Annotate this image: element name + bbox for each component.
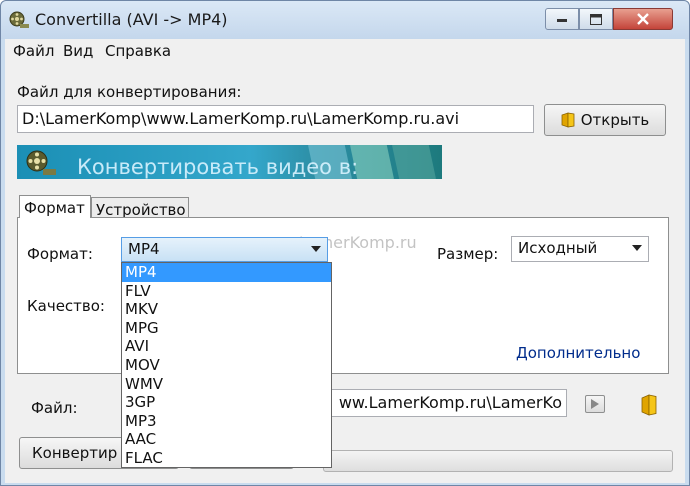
menu-file[interactable]: Файл <box>13 42 54 60</box>
close-button[interactable] <box>613 8 673 30</box>
format-option[interactable]: FLV <box>122 282 331 301</box>
source-file-label: Файл для конвертирования: <box>17 83 242 101</box>
format-option[interactable]: WMV <box>122 375 331 394</box>
menu-bar: Файл Вид Справка <box>5 39 685 63</box>
format-label: Формат: <box>27 245 93 263</box>
banner-text: Конвертировать видео в: <box>77 155 359 179</box>
format-option[interactable]: MP4 <box>122 263 331 282</box>
film-reel-icon <box>9 11 29 28</box>
tab-device[interactable]: Устройство <box>91 197 189 219</box>
minimize-icon <box>557 19 567 22</box>
window-title: Convertilla (AVI -> MP4) <box>35 10 228 29</box>
format-option[interactable]: MP3 <box>122 412 331 431</box>
format-select[interactable]: MP4 <box>121 237 328 262</box>
format-option[interactable]: FLAC <box>122 449 331 468</box>
output-file-label: Файл: <box>31 399 78 417</box>
format-option[interactable]: AVI <box>122 337 331 356</box>
maximize-button[interactable] <box>579 8 613 30</box>
size-select-value: Исходный <box>518 239 598 257</box>
format-select-value: MP4 <box>128 240 160 258</box>
film-reel-icon <box>26 150 56 175</box>
chevron-down-icon <box>632 245 642 251</box>
banner: Конвертировать видео в: <box>17 145 442 179</box>
minimize-button[interactable] <box>545 8 579 30</box>
tab-format[interactable]: Формат <box>19 195 91 218</box>
source-path-input[interactable]: D:\LamerKomp\www.LamerKomp.ru\LamerKomp.… <box>17 105 534 133</box>
close-icon <box>637 13 649 25</box>
quality-label: Качество: <box>27 297 105 315</box>
play-icon <box>591 399 599 409</box>
maximize-icon <box>590 13 602 25</box>
format-option[interactable]: 3GP <box>122 393 331 412</box>
open-file-button[interactable]: Открыть <box>544 104 666 136</box>
format-dropdown-list: MP4 FLV MKV MPG AVI MOV WMV 3GP MP3 AAC … <box>121 262 332 468</box>
format-option[interactable]: MKV <box>122 300 331 319</box>
folder-icon <box>641 394 657 416</box>
open-file-label: Открыть <box>580 111 650 129</box>
format-option[interactable]: MOV <box>122 356 331 375</box>
advanced-link[interactable]: Дополнительно <box>516 344 640 362</box>
format-option[interactable]: AAC <box>122 430 331 449</box>
menu-view[interactable]: Вид <box>63 42 93 60</box>
output-folder-button[interactable] <box>641 394 657 416</box>
size-label: Размер: <box>437 245 499 263</box>
title-bar[interactable]: Convertilla (AVI -> MP4) <box>1 1 689 39</box>
format-option[interactable]: MPG <box>122 319 331 338</box>
size-select[interactable]: Исходный <box>511 236 649 262</box>
progress-bar <box>323 450 673 472</box>
play-button[interactable] <box>585 395 605 413</box>
convert-button-label: Конвертир <box>32 444 118 462</box>
menu-help[interactable]: Справка <box>105 42 171 60</box>
main-panel: Файл для конвертирования: D:\LamerKomp\w… <box>5 63 685 483</box>
chevron-down-icon <box>311 246 321 252</box>
folder-icon <box>561 112 575 128</box>
app-window: Convertilla (AVI -> MP4) Файл Вид Справк… <box>0 0 690 486</box>
